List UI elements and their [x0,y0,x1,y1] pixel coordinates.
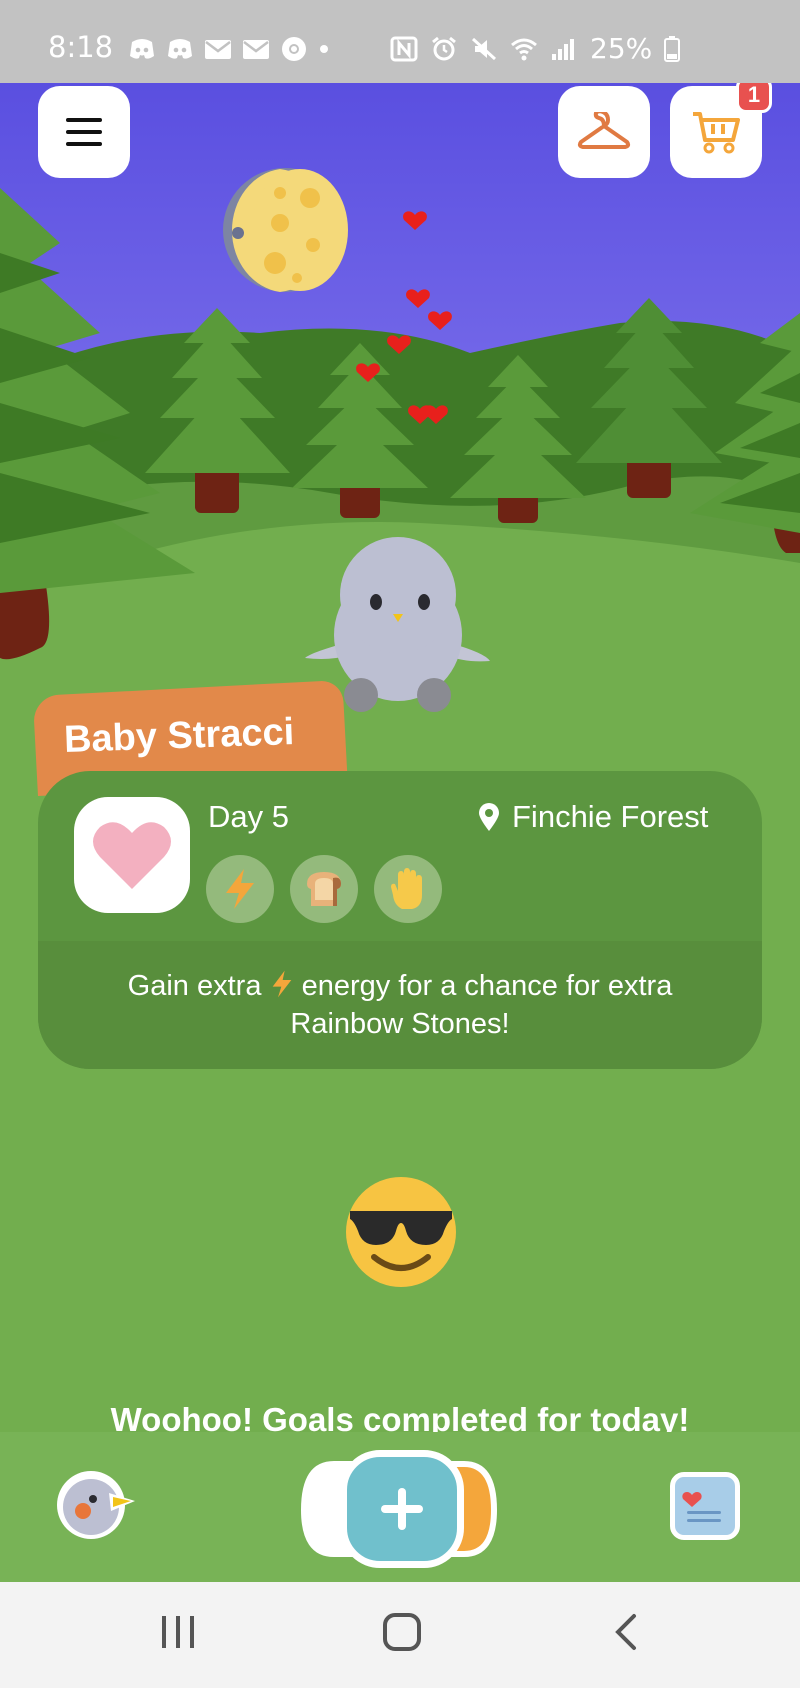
wardrobe-button[interactable] [558,86,650,178]
food-stat[interactable] [290,855,358,923]
alarm-icon [432,36,456,60]
pet-location[interactable]: Finchie Forest [478,799,708,835]
cart-badge: 1 [736,83,772,113]
nfc-icon [390,36,418,61]
energy-tip: Gain extra energy for a chance for extra… [78,967,722,1043]
cart-icon [693,112,740,154]
bread-icon [307,872,341,906]
day-counter: Day 5 [208,799,289,834]
mute-icon [471,37,497,60]
chrome-icon [282,37,306,61]
journal-button[interactable] [670,1472,740,1540]
discord-icon [130,39,154,59]
more-notifications-dot [320,45,328,53]
hamburger-icon [66,118,102,146]
recents-icon[interactable] [160,1612,196,1652]
energy-stat[interactable] [206,855,274,923]
add-button[interactable] [340,1450,464,1568]
pet-scene: 1 Baby Stracci Day 5 Finchie Forest Gain… [0,83,800,1432]
interact-stat[interactable] [374,855,442,923]
notification-icons [128,36,330,62]
hand-icon [391,868,422,909]
pet-name[interactable]: Baby Stracci [63,711,295,762]
menu-button[interactable] [38,86,130,178]
journal-icon [682,1492,721,1522]
mail-icon [205,40,231,59]
location-pin-icon [479,803,499,831]
wifi-icon [511,38,537,60]
tip-text-before: Gain extra [127,970,262,1002]
battery-percent: 25% [590,32,653,65]
android-nav-bar [0,1582,800,1688]
goals-completed-message: Woohoo! Goals completed for today! [110,1401,690,1432]
status-time: 8:18 [48,30,114,64]
home-icon[interactable] [382,1612,422,1652]
tip-text-after: energy for a chance for extra Rainbow St… [290,970,673,1040]
system-icons: 25% [390,32,681,65]
energy-icon [226,869,254,909]
hanger-icon [577,112,631,149]
bottom-nav [0,1432,800,1582]
stat-icons [206,855,442,923]
signal-icon [552,38,574,60]
back-icon[interactable] [612,1612,640,1652]
location-name: Finchie Forest [512,799,709,834]
pet-profile-icon[interactable] [55,1469,137,1541]
plus-icon [381,1488,423,1530]
pet-status-card[interactable]: Day 5 Finchie Forest Gain extra energy f… [38,771,762,1069]
energy-icon [272,970,291,998]
mail-icon [243,40,269,59]
heart-icon [93,822,171,889]
discord-icon [168,39,192,59]
battery-icon [664,35,681,62]
sunglasses-smiley-icon [346,1177,456,1287]
mood-heart-box[interactable] [74,797,190,913]
status-bar: 8:18 25% [0,0,800,83]
